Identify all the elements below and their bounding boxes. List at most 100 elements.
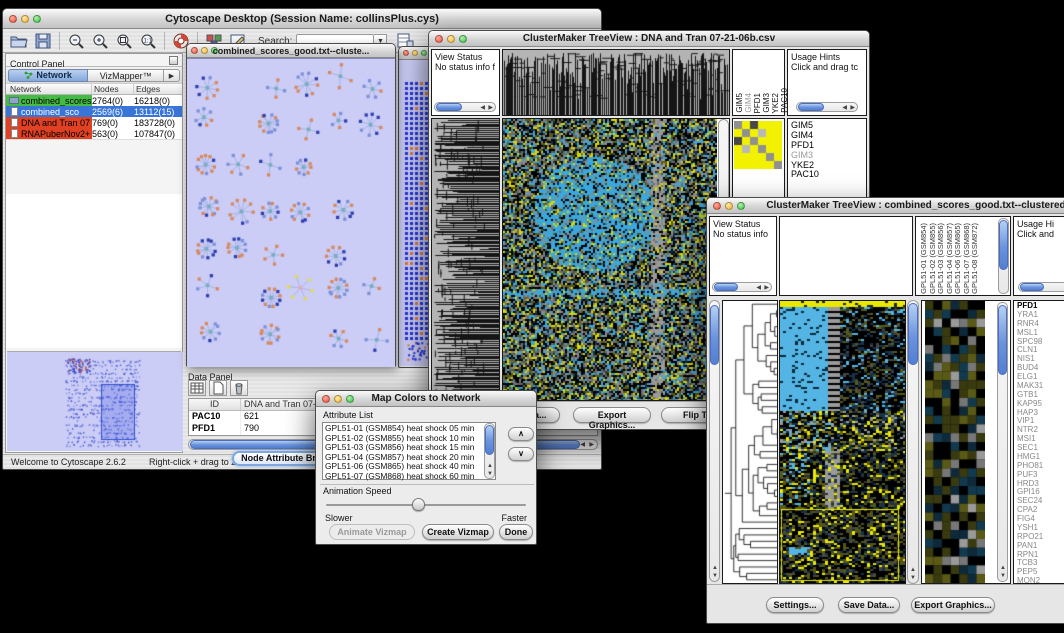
minimize-button[interactable] bbox=[412, 50, 418, 56]
animation-speed-slider-track[interactable] bbox=[326, 504, 526, 506]
attribute-list-item[interactable]: GPL51-07 (GSM868) heat shock 60 min bbox=[325, 472, 483, 482]
column-gene-label[interactable]: GPL51-03 (GSM856) bbox=[937, 223, 945, 294]
network-overview-panel[interactable] bbox=[7, 351, 181, 451]
control-panel: Control Panel Network VizMapper™ ▶ Netwo… bbox=[5, 53, 183, 453]
treeview2-title: ClusterMaker TreeView : combined_scores_… bbox=[707, 200, 1064, 211]
view-status-panel: View StatusNo status info f ◀▶ bbox=[431, 49, 500, 116]
select-attributes-icon[interactable] bbox=[188, 380, 206, 396]
column-gene-label[interactable]: GIM5 bbox=[736, 93, 744, 113]
network-icon bbox=[24, 71, 33, 79]
cluster-zoom-heatmap[interactable] bbox=[925, 301, 985, 583]
view-status-panel: View StatusNo status info ◀▶ bbox=[709, 216, 777, 296]
save-data-button[interactable]: Save Data... bbox=[838, 597, 900, 613]
column-gene-label[interactable]: GPL51-08 (GSM872) bbox=[971, 223, 979, 294]
slower-label: Slower bbox=[325, 513, 353, 523]
column-gene-label[interactable]: PFD1 bbox=[754, 93, 762, 113]
tab-network[interactable]: Network bbox=[8, 69, 88, 82]
attribute-list-label: Attribute List bbox=[323, 410, 373, 420]
network-file-icon bbox=[11, 118, 18, 127]
zoom-heatmap-scrollbar[interactable]: ▲▼ bbox=[997, 302, 1008, 582]
tab-overflow-arrow[interactable]: ▶ bbox=[164, 69, 180, 82]
zoom-button[interactable] bbox=[421, 50, 427, 56]
zoom-out-icon[interactable] bbox=[66, 32, 86, 50]
treeview2-titlebar[interactable]: ClusterMaker TreeView : combined_scores_… bbox=[707, 198, 1064, 214]
close-button[interactable] bbox=[403, 50, 409, 56]
zoom-heatmap-panel[interactable]: ▲▼ bbox=[921, 300, 1011, 584]
control-panel-title: Control Panel bbox=[10, 59, 65, 69]
zoom-selected-icon[interactable] bbox=[114, 32, 134, 50]
network-table: combined_scores2764(0)16218(0)combined_s… bbox=[6, 95, 182, 140]
column-gene-label[interactable]: GIM3 bbox=[763, 93, 771, 113]
folder-icon bbox=[9, 97, 19, 104]
animation-speed-slider-thumb[interactable] bbox=[412, 498, 425, 511]
cluster-zoom-heatmap[interactable] bbox=[734, 121, 782, 169]
usage-hints-scrollbar[interactable]: ◀▶ bbox=[796, 102, 858, 112]
attribute-list: GPL51-01 (GSM854) heat shock 05 minGPL51… bbox=[322, 422, 496, 480]
move-down-button[interactable]: ∨ bbox=[508, 447, 534, 461]
network-tree-row[interactable]: combined_scores2764(0)16218(0) bbox=[6, 95, 182, 106]
network-tree-empty-area bbox=[6, 194, 182, 348]
move-up-button[interactable]: ∧ bbox=[508, 427, 534, 441]
network-file-icon bbox=[11, 107, 18, 116]
new-attribute-icon[interactable] bbox=[209, 380, 227, 396]
zoom-in-icon[interactable] bbox=[90, 32, 110, 50]
network-canvas[interactable] bbox=[187, 58, 395, 367]
control-panel-tabs: Network VizMapper™ ▶ bbox=[6, 67, 182, 83]
faster-label: Faster bbox=[501, 513, 527, 523]
network-view-title: combined_scores_good.txt--cluste... bbox=[187, 46, 395, 56]
animation-speed-label: Animation Speed bbox=[323, 486, 392, 496]
delete-attribute-icon[interactable] bbox=[230, 380, 248, 396]
column-dendrogram-area[interactable] bbox=[779, 216, 913, 296]
column-labels-scrollbar[interactable] bbox=[998, 218, 1009, 294]
network-view-titlebar[interactable]: combined_scores_good.txt--cluste... bbox=[187, 44, 395, 58]
save-icon[interactable] bbox=[33, 32, 53, 50]
column-gene-label[interactable]: GPL51-07 (GSM868) bbox=[963, 223, 971, 294]
column-gene-label[interactable]: GPL51-01 (GSM854) bbox=[920, 223, 928, 294]
create-vizmap-button[interactable]: Create Vizmap bbox=[422, 524, 494, 540]
network-tree-row[interactable]: combined_sco2569(6)13112(15) bbox=[6, 106, 182, 117]
global-heatmap[interactable]: ▲▼ bbox=[502, 118, 730, 401]
column-labels-panel: GPL51-01 (GSM854)GPL51-02 (GSM855)GPL51-… bbox=[915, 216, 1011, 296]
done-button[interactable]: Done bbox=[499, 524, 533, 540]
network-tree-row[interactable]: RNAPuberNov2+563(0)107847(0) bbox=[6, 128, 182, 139]
view-status-scrollbar[interactable]: ◀▶ bbox=[712, 282, 772, 292]
treeview1-title: ClusterMaker TreeView : DNA and Tran 07-… bbox=[429, 33, 869, 44]
network-file-icon bbox=[11, 129, 18, 138]
tab-vizmapper[interactable]: VizMapper™ bbox=[88, 69, 164, 82]
row-dendrogram[interactable] bbox=[431, 118, 500, 401]
main-titlebar[interactable]: Cytoscape Desktop (Session Name: collins… bbox=[3, 9, 601, 29]
usage-hints-panel: Usage HintsClick and drag tc ◀▶ bbox=[787, 49, 867, 116]
dialog-titlebar[interactable]: Map Colors to Network bbox=[316, 391, 536, 407]
row-tree-vscrollbar[interactable]: ▲▼ bbox=[709, 300, 720, 582]
column-gene-label[interactable]: GPL51-06 (GSM865) bbox=[954, 223, 962, 294]
float-panel-icon[interactable] bbox=[169, 56, 178, 65]
export-graphics-button[interactable]: Export Graphics... bbox=[573, 407, 651, 423]
column-gene-label[interactable]: GPL51-04 (GSM857) bbox=[946, 223, 954, 294]
treeview1-titlebar[interactable]: ClusterMaker TreeView : DNA and Tran 07-… bbox=[429, 31, 869, 47]
animate-vizmap-button[interactable]: Animate Vizmap bbox=[329, 524, 415, 540]
column-gene-label[interactable]: YKE2 bbox=[772, 93, 780, 113]
usage-hints-scrollbar[interactable] bbox=[1018, 282, 1064, 292]
zoom-fit-icon[interactable]: 1:1 bbox=[138, 32, 158, 50]
export-graphics-button[interactable]: Export Graphics... bbox=[911, 597, 995, 613]
column-gene-label[interactable]: GIM4 bbox=[745, 93, 753, 113]
open-file-icon[interactable] bbox=[9, 32, 29, 50]
gene-name-panel: PFD1YRA1RNR4MSL1SPC98CLN1NIS1BUD4ELG1MAK… bbox=[1013, 300, 1064, 584]
column-dendrogram[interactable] bbox=[502, 49, 730, 116]
window-title: Cytoscape Desktop (Session Name: collins… bbox=[3, 13, 601, 25]
column-gene-labels[interactable]: GIM5GIM4PFD1GIM3YKE2PAC10 bbox=[732, 49, 785, 116]
desktop: { "main_window": { "title": "Cytoscape D… bbox=[0, 0, 1064, 633]
global-heatmap[interactable] bbox=[779, 300, 906, 584]
svg-text:1:1: 1:1 bbox=[144, 39, 153, 45]
heatmap-vscrollbar[interactable]: ▲▼ bbox=[907, 300, 919, 584]
view-status-scrollbar[interactable]: ◀▶ bbox=[434, 102, 496, 112]
treeview-combined-window: ClusterMaker TreeView : combined_scores_… bbox=[706, 197, 1064, 624]
network-view-window: combined_scores_good.txt--cluste... bbox=[186, 43, 396, 367]
map-colors-dialog: Map Colors to Network Attribute List GPL… bbox=[315, 390, 537, 545]
row-dendrogram[interactable] bbox=[722, 300, 778, 584]
network-tree-row[interactable]: DNA and Tran 07769(0)183728(0) bbox=[6, 117, 182, 128]
column-gene-label[interactable]: GPL51-02 (GSM855) bbox=[929, 223, 937, 294]
attribute-list-scrollbar[interactable]: ▲▼ bbox=[484, 423, 495, 479]
gene-label[interactable]: PAC10 bbox=[791, 170, 866, 180]
settings-button[interactable]: Settings... bbox=[766, 597, 824, 613]
